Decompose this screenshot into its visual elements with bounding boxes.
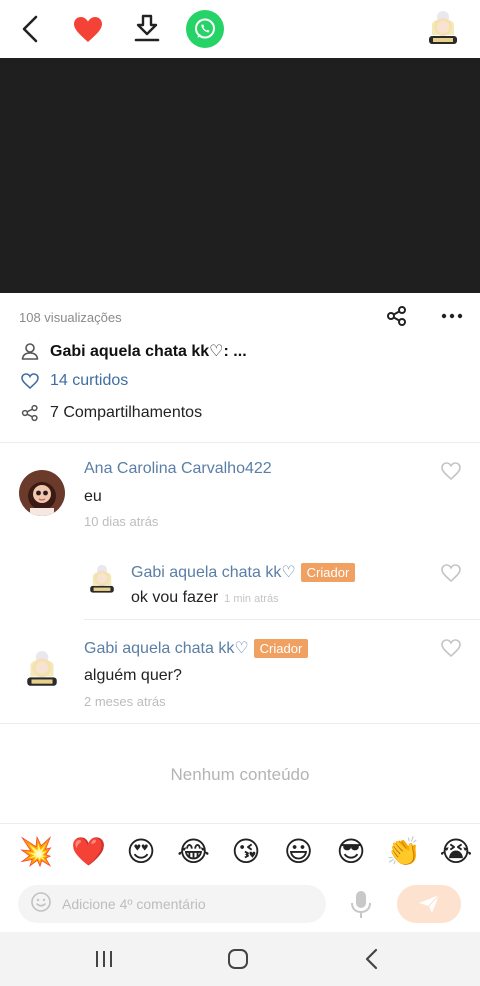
microphone-button[interactable] [348,890,374,920]
emoji-button[interactable]: 😂 [176,834,212,870]
comment-reply-item: Gabi aquela chata kk♡ Criador ok vou faz… [0,550,480,618]
comment-like-button[interactable] [441,639,463,659]
more-dots-icon [441,313,463,319]
whatsapp-icon [195,18,215,39]
avatar [429,11,457,44]
commenter-name-row: Gabi aquela chata kk♡ Criador [131,562,356,582]
recent-apps-button[interactable] [90,946,118,972]
comment-time: 1 min atrás [224,593,279,605]
smiley-icon[interactable] [30,891,52,918]
emoji-button[interactable]: 👏 [386,834,422,870]
emoji-button[interactable]: ❤️ [71,834,107,870]
emoji-button[interactable]: 😭 [438,834,474,870]
comment-item: Ana Carolina Carvalho422 eu 10 dias atrá… [0,443,480,543]
whatsapp-share-button[interactable] [186,10,224,48]
heart-outline-icon [441,462,461,481]
author-name: Gabi aquela chata kk♡: ... [50,343,247,360]
back-icon [365,948,378,970]
comment-like-button[interactable] [441,564,463,584]
creator-badge: Criador [300,562,356,582]
more-options-button[interactable] [440,305,464,327]
empty-state-text: Nenhum conteúdo [170,765,310,784]
avatar [19,470,65,516]
download-icon [134,14,160,42]
share-small-icon [20,403,40,423]
heart-outline-icon [20,371,40,391]
commenter-name[interactable]: Gabi aquela chata kk♡ [131,562,296,582]
send-icon [419,894,440,913]
emoji-button[interactable]: 💥 [18,834,54,870]
emoji-button[interactable]: 😘 [228,834,264,870]
microphone-icon [351,891,371,918]
profile-avatar[interactable] [424,9,462,49]
system-back-button[interactable] [358,946,386,972]
comment-text: ok vou fazer [131,589,219,606]
share-button[interactable] [386,305,408,327]
comment-input[interactable] [62,896,302,912]
creator-badge: Criador [253,638,309,658]
commenter-avatar[interactable] [86,562,118,598]
person-icon [20,341,40,361]
likes-row[interactable]: 14 curtidos [20,369,128,393]
home-button[interactable] [224,946,252,972]
heart-icon [74,16,102,42]
avatar [27,651,57,686]
heart-outline-icon [441,639,461,658]
comment-item: Gabi aquela chata kk♡ Criador alguém que… [0,620,480,720]
comment-time: 10 dias atrás [84,514,159,529]
download-button[interactable] [130,11,164,47]
emoji-button[interactable]: 😍 [123,834,159,870]
back-button[interactable] [14,12,46,46]
recent-apps-icon [96,951,112,967]
comment-text: alguém quer? [84,667,182,684]
home-icon [228,949,248,969]
divider [0,723,480,724]
comment-input-container[interactable] [18,885,326,923]
shares-count: 7 Compartilhamentos [50,404,203,421]
like-button[interactable] [70,12,106,46]
video-player[interactable] [0,58,480,293]
heart-outline-icon [441,564,461,583]
top-bar [0,0,480,58]
comment-input-bar [0,880,480,930]
commenter-name[interactable]: Ana Carolina Carvalho422 [84,460,272,478]
author-row[interactable]: Gabi aquela chata kk♡: ... [20,339,247,363]
send-button[interactable] [397,885,461,923]
commenter-name-row: Gabi aquela chata kk♡ Criador [84,638,309,658]
emoji-quick-bar: 💥 ❤️ 😍 😂 😘 😃 😎 👏 😭 [0,823,480,879]
emoji-button[interactable]: 😎 [333,834,369,870]
comment-text: eu [84,488,102,505]
commenter-avatar[interactable] [22,646,62,694]
views-count: 108 visualizações [19,310,122,325]
commenter-avatar[interactable] [19,470,65,516]
avatar [90,564,114,593]
likes-count: 14 curtidos [50,372,129,389]
comment-time: 2 meses atrás [84,694,166,709]
shares-row[interactable]: 7 Compartilhamentos [20,401,202,425]
back-arrow-icon [22,15,38,43]
comment-like-button[interactable] [441,462,463,482]
share-icon [387,306,406,326]
commenter-name[interactable]: Gabi aquela chata kk♡ [84,638,249,658]
system-nav-bar [0,932,480,986]
emoji-button[interactable]: 😃 [281,834,317,870]
comment-text-row: ok vou fazer 1 min atrás [131,589,279,607]
